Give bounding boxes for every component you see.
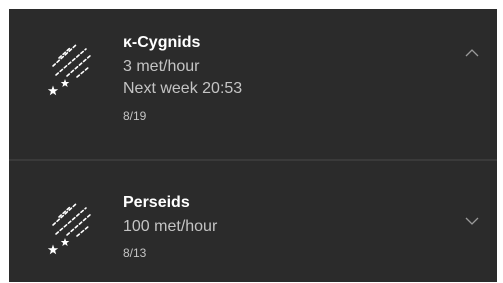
shower-details: Perseids 100 met/hour 8/13 [123,193,217,261]
next-peak-time: Next week 20:53 [123,80,243,97]
chevron-down-icon[interactable] [464,215,480,227]
shower-rate: 100 met/hour [123,218,218,235]
meteor-shower-list: κ-Cygnids 3 met/hour Next week 20:53 8/1… [9,9,497,282]
list-item[interactable]: Perseids 100 met/hour 8/13 [9,161,497,282]
meteor-shower-icon [47,202,92,255]
shower-rate: 3 met/hour [123,58,200,75]
list-item[interactable]: κ-Cygnids 3 met/hour Next week 20:53 8/1… [9,9,497,159]
shower-name: Perseids [123,194,190,211]
shower-details: κ-Cygnids 3 met/hour Next week 20:53 8/1… [123,33,242,124]
shower-date: 8/19 [123,109,147,123]
meteor-shower-icon [47,43,92,96]
shower-date: 8/13 [123,246,147,260]
chevron-up-icon[interactable] [464,47,480,59]
shower-name: κ-Cygnids [123,34,201,51]
